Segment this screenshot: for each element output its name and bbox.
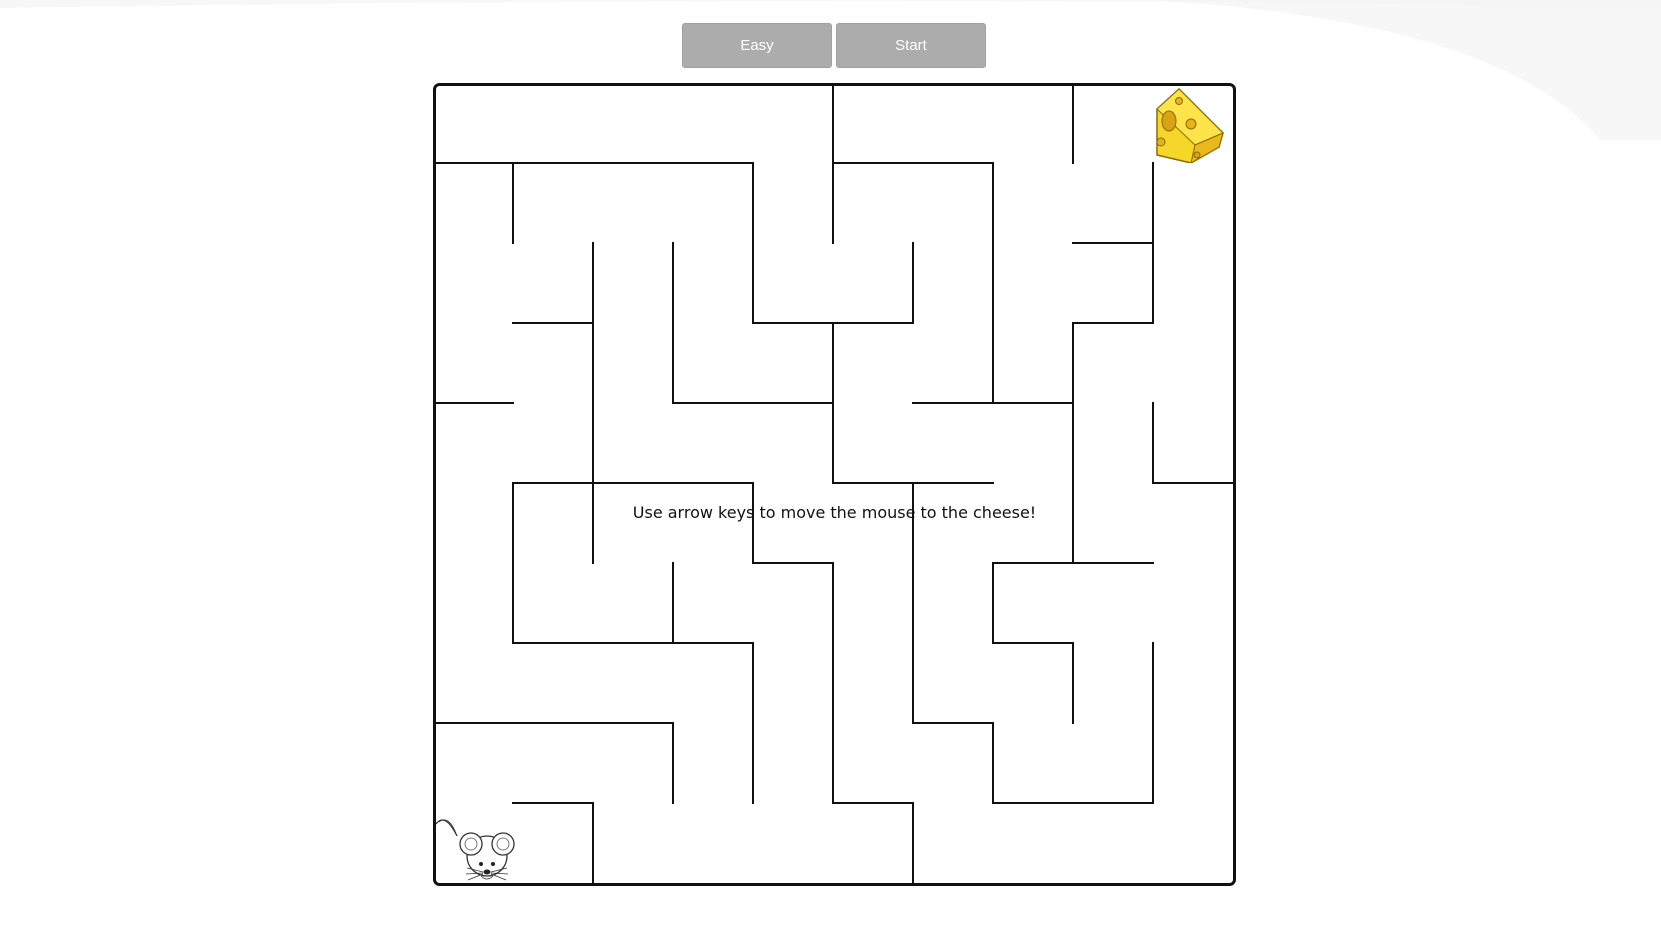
toolbar: Easy Start bbox=[682, 23, 986, 68]
cheese-icon bbox=[1156, 87, 1224, 163]
mouse-icon[interactable] bbox=[435, 804, 517, 884]
maze-board[interactable]: Use arrow keys to move the mouse to the … bbox=[433, 83, 1236, 886]
difficulty-button[interactable]: Easy bbox=[682, 23, 832, 68]
maze-walls bbox=[433, 83, 1236, 886]
start-button[interactable]: Start bbox=[836, 23, 986, 68]
